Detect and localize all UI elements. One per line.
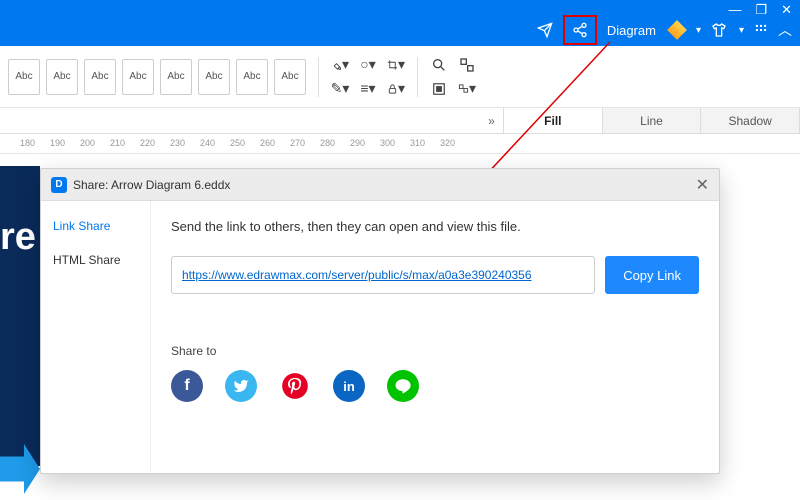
share-to-label: Share to [171,344,699,358]
share-link-text[interactable]: https://www.edrawmax.com/server/public/s… [182,268,532,282]
toolbar: Abc Abc Abc Abc Abc Abc Abc Abc ▾ ○▾ ▾ ✎… [0,46,800,108]
document-name: Diagram [607,23,656,38]
title-bar: — ❐ ✕ Diagram ▾ ▾ ︿ [0,0,800,46]
dialog-sidebar: Link Share HTML Share [41,201,151,473]
dialog-close-button[interactable]: ✕ [696,175,709,195]
copy-link-button[interactable]: Copy Link [605,256,699,294]
twitter-icon[interactable] [225,370,257,402]
tab-line[interactable]: Line [603,108,702,133]
share-description: Send the link to others, then they can o… [171,219,699,234]
style-swatch[interactable]: Abc [236,59,268,95]
pinterest-icon[interactable] [279,370,311,402]
style-swatch[interactable]: Abc [160,59,192,95]
line-icon[interactable] [387,370,419,402]
group-icon[interactable]: ▾ [458,80,476,98]
close-window-button[interactable]: ✕ [781,2,792,18]
sidebar-item-html-share[interactable]: HTML Share [53,253,138,267]
format-tabs: » Fill Line Shadow [0,108,800,134]
linkedin-icon[interactable]: in [333,370,365,402]
dialog-title: Share: Arrow Diagram 6.eddx [73,178,230,192]
send-icon[interactable] [537,22,553,38]
shape-icon[interactable]: ○▾ [359,56,377,74]
shirt-caret[interactable]: ▾ [739,25,744,36]
apps-icon[interactable] [754,23,768,37]
style-swatch[interactable]: Abc [274,59,306,95]
canvas-slide-fragment: re [0,166,40,466]
ruler: 180 190 200 210 220 230 240 250 260 270 … [0,134,800,154]
share-link-field[interactable]: https://www.edrawmax.com/server/public/s… [171,256,595,294]
app-logo-icon: D [51,177,67,193]
replace-icon[interactable] [458,56,476,74]
sidebar-item-link-share[interactable]: Link Share [53,219,138,233]
diamond-icon [667,20,687,40]
share-icon[interactable] [563,15,597,45]
style-swatch[interactable]: Abc [122,59,154,95]
pen-icon[interactable]: ✎▾ [331,80,349,98]
slide-text-fragment: re [0,216,36,259]
style-swatch[interactable]: Abc [84,59,116,95]
style-swatch[interactable]: Abc [8,59,40,95]
shirt-icon[interactable] [711,22,727,38]
maximize-button[interactable]: ❐ [755,2,767,18]
line-style-icon[interactable]: ≡▾ [359,80,377,98]
separator [318,57,319,97]
dialog-titlebar: D Share: Arrow Diagram 6.eddx ✕ [41,169,719,201]
collapse-icon[interactable]: ︿ [778,20,792,40]
doc-dropdown-caret[interactable]: ▾ [696,25,701,36]
crop-icon[interactable]: ▾ [387,56,405,74]
lock-icon[interactable]: ▾ [387,80,405,98]
dialog-main: Send the link to others, then they can o… [151,201,719,473]
tab-shadow[interactable]: Shadow [701,108,800,133]
select-icon[interactable] [430,80,448,98]
style-swatch[interactable]: Abc [46,59,78,95]
facebook-icon[interactable]: f [171,370,203,402]
style-swatch[interactable]: Abc [198,59,230,95]
tab-fill[interactable]: Fill [504,108,603,133]
separator [417,57,418,97]
minimize-button[interactable]: — [728,2,741,18]
share-dialog: D Share: Arrow Diagram 6.eddx ✕ Link Sha… [40,168,720,474]
window-controls: — ❐ ✕ [728,2,792,18]
fill-bucket-icon[interactable]: ▾ [331,56,349,74]
search-icon[interactable] [430,56,448,74]
expand-panel-button[interactable]: » [480,108,504,133]
